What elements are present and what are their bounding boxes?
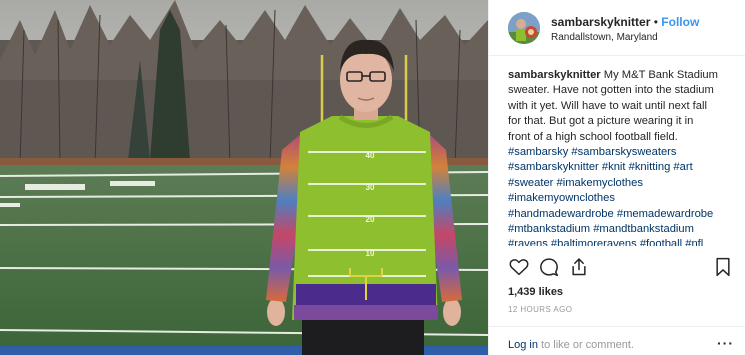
caption-text: with it yet. Will have to wait until nex… — [508, 99, 707, 112]
photo-scene: 40 30 20 10 — [0, 0, 488, 355]
caption-first-line: sambarskyknitter My M&T Bank Stadium — [508, 68, 738, 83]
post-caption: sambarskyknitter My M&T Bank Stadium swe… — [508, 68, 738, 246]
heart-icon — [509, 259, 529, 276]
hashtag-line[interactable]: #sambarskyknitter #knit #knitting #art — [508, 160, 738, 175]
follow-button[interactable]: Follow — [661, 15, 699, 29]
comment-button[interactable] — [538, 256, 560, 278]
caption-text: sweater. Have not gotten into the stadiu… — [508, 84, 714, 97]
hashtag-line[interactable]: #handmadewardrobe #memadewardrobe — [508, 207, 738, 222]
post-photo[interactable]: 40 30 20 10 — [0, 0, 488, 355]
hashtag-line[interactable]: #imakemyownclothes — [508, 191, 738, 206]
like-button[interactable] — [508, 256, 530, 278]
comment-prompt: Log in to like or comment. — [508, 339, 634, 351]
comment-prompt-text: to like or comment. — [537, 339, 634, 351]
more-options-icon[interactable]: ··· — [717, 335, 734, 351]
caption-username[interactable]: sambarskyknitter — [508, 69, 601, 81]
sweater-number: 20 — [366, 215, 375, 224]
comment-icon — [540, 258, 559, 277]
post-sidebar: sambarskyknitter • Follow Randallstown, … — [488, 0, 745, 355]
caption-text: front of a high school football field. — [508, 130, 678, 143]
hashtag-line[interactable]: #sweater #imakemyclothes — [508, 176, 738, 191]
location-link[interactable]: Randallstown, Maryland — [551, 32, 658, 43]
caption-text: My M&T Bank Stadium — [603, 69, 718, 81]
post-header: sambarskyknitter • Follow Randallstown, … — [489, 0, 745, 56]
like-count[interactable]: 1,439 likes — [508, 286, 563, 298]
bookmark-icon — [716, 257, 730, 277]
share-button[interactable] — [568, 256, 590, 278]
sweater-number: 30 — [366, 183, 375, 192]
share-icon — [572, 258, 586, 276]
sweater-number: 10 — [366, 249, 375, 258]
caption-text: for that. But got a picture wearing it i… — [508, 115, 694, 128]
avatar-image — [508, 12, 540, 44]
login-link[interactable]: Log in — [508, 339, 538, 351]
avatar[interactable] — [508, 12, 540, 44]
instagram-post: 40 30 20 10 sambarskyknitter • Follow Ra… — [0, 0, 745, 355]
header-username[interactable]: sambarskyknitter — [551, 15, 650, 29]
save-button[interactable] — [712, 256, 734, 278]
hashtag-line[interactable]: #sambarsky #sambarskysweaters — [508, 145, 738, 160]
sweater-number: 40 — [366, 151, 375, 160]
post-timestamp[interactable]: 12 HOURS AGO — [508, 305, 572, 314]
hashtag-line[interactable]: #mtbankstadium #mandtbankstadium — [508, 222, 738, 237]
hashtag-line[interactable]: #ravens #baltimoreravens #football #nfl — [508, 237, 738, 246]
header-username-row: sambarskyknitter • Follow — [551, 15, 699, 29]
header-separator: • — [653, 15, 658, 29]
comment-bar: Log in to like or comment. ··· — [489, 326, 745, 355]
action-bar — [508, 256, 738, 278]
